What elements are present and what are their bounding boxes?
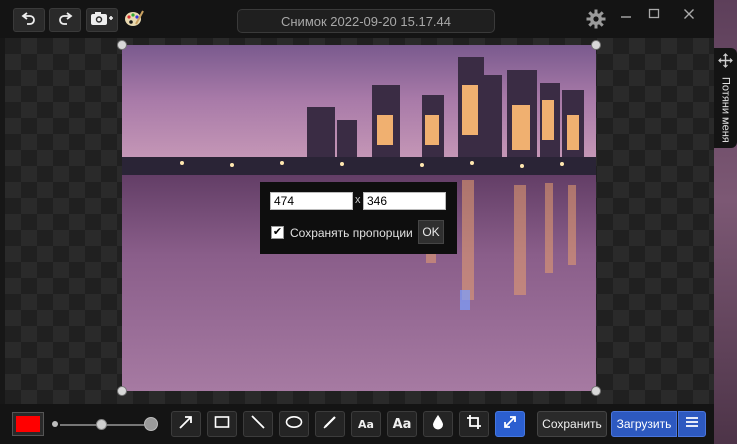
palette-icon xyxy=(124,9,144,32)
close-icon xyxy=(683,7,695,25)
drag-tab-label: Потяни меня xyxy=(719,77,732,143)
rectangle-tool[interactable] xyxy=(207,411,237,437)
bottom-toolbar: Aa Aa Сохранить Загрузить xyxy=(0,404,714,444)
pen-icon xyxy=(322,414,338,435)
maximize-button[interactable] xyxy=(641,6,667,26)
pen-tool[interactable] xyxy=(315,411,345,437)
ok-button[interactable]: OK xyxy=(418,220,444,244)
undo-button[interactable] xyxy=(13,8,45,32)
text-bg-tool-label: Aa xyxy=(392,416,412,432)
text-tool-label: Aa xyxy=(358,417,374,431)
palette-button[interactable] xyxy=(122,8,146,32)
ellipse-tool[interactable] xyxy=(279,411,309,437)
resize-icon xyxy=(502,414,518,435)
keep-proportions-checkbox[interactable]: ✔ xyxy=(271,226,284,239)
line-tool[interactable] xyxy=(243,411,273,437)
drop-icon xyxy=(432,414,444,435)
title-bar: Снимок 2022-09-20 15.17.44 xyxy=(0,0,714,38)
arrow-icon xyxy=(178,414,194,435)
upload-button[interactable]: Загрузить xyxy=(611,411,677,437)
text-tool[interactable]: Aa xyxy=(351,411,381,437)
resize-handle-bottom-right[interactable] xyxy=(591,386,601,396)
resize-handle-top-right[interactable] xyxy=(591,40,601,50)
thick-size-icon xyxy=(144,417,158,431)
screenshot-editor-window: Снимок 2022-09-20 15.17.44 474 x 346 ✔ С… xyxy=(0,0,714,444)
rectangle-icon xyxy=(214,415,230,434)
size-separator: x xyxy=(355,194,361,206)
menu-icon xyxy=(685,415,699,433)
undo-icon xyxy=(21,10,37,31)
resize-dialog: x ✔ Сохранять пропорции OK xyxy=(260,182,457,254)
new-screenshot-button[interactable] xyxy=(86,8,118,32)
more-menu-button[interactable] xyxy=(678,411,706,437)
checkmark-icon: ✔ xyxy=(272,226,283,238)
crop-icon xyxy=(466,414,482,435)
thin-size-icon xyxy=(52,421,58,427)
brush-size-knob[interactable] xyxy=(96,419,107,430)
keep-proportions-label: Сохранять пропорции xyxy=(290,226,413,240)
camera-icon xyxy=(90,10,114,31)
minimize-button[interactable] xyxy=(613,6,639,26)
arrow-tool[interactable] xyxy=(171,411,201,437)
resize-handle-bottom-left[interactable] xyxy=(117,386,127,396)
resize-tool[interactable] xyxy=(495,411,525,437)
color-swatch xyxy=(16,416,40,432)
minimize-icon xyxy=(620,7,632,25)
save-button[interactable]: Сохранить xyxy=(537,411,607,437)
window-title: Снимок 2022-09-20 15.17.44 xyxy=(237,9,495,33)
gear-icon[interactable] xyxy=(585,8,607,35)
resize-handle-top-left[interactable] xyxy=(117,40,127,50)
line-icon xyxy=(250,414,266,435)
height-input[interactable] xyxy=(363,192,446,210)
maximize-icon xyxy=(648,7,660,25)
ellipse-icon xyxy=(285,415,303,434)
close-button[interactable] xyxy=(676,6,702,26)
redo-button[interactable] xyxy=(49,8,81,32)
crop-tool[interactable] xyxy=(459,411,489,437)
color-picker[interactable] xyxy=(12,412,44,436)
width-input[interactable] xyxy=(270,192,353,210)
text-background-tool[interactable]: Aa xyxy=(387,411,417,437)
redo-icon xyxy=(57,10,73,31)
blur-tool[interactable] xyxy=(423,411,453,437)
